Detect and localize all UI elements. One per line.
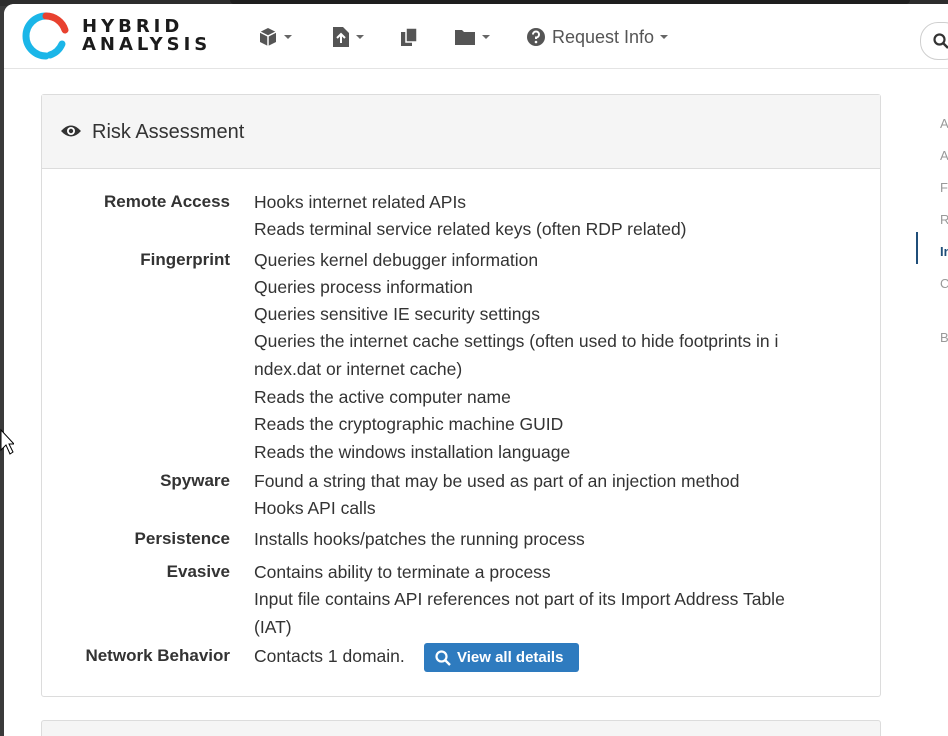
page: HYBRID ANALYSIS Request Info Risk Assess… (4, 4, 948, 736)
sidenav-item[interactable]: B (940, 330, 948, 345)
indicator-line: Queries sensitive IE security settings (254, 304, 540, 324)
file-upload-icon (333, 27, 349, 47)
category-remote-access: Remote Access (104, 192, 230, 211)
indicator-line: Found a string that may be used as part … (254, 471, 740, 491)
search-icon (435, 649, 451, 666)
next-panel (41, 720, 881, 736)
indicator-line: Hooks API calls (254, 498, 376, 518)
nav-file-dropdown[interactable] (332, 26, 364, 48)
risk-assessment-panel: Risk Assessment Remote Access Hooks inte… (41, 94, 881, 697)
view-all-details-button[interactable]: View all details (424, 643, 579, 672)
sidenav-item[interactable]: F (940, 180, 948, 195)
search-icon (933, 33, 948, 49)
indicator-line: Reads the cryptographic machine GUID (254, 414, 564, 434)
sidenav-item[interactable]: C (940, 276, 948, 291)
sidenav-item[interactable]: R (940, 212, 948, 227)
indicator-line: Queries kernel debugger information (254, 250, 539, 270)
chevron-down-icon (482, 35, 490, 39)
sidenav-item[interactable]: A (940, 148, 948, 163)
top-navbar: HYBRID ANALYSIS Request Info (4, 4, 948, 69)
category-fingerprint: Fingerprint (140, 250, 230, 269)
indicator-line: Contains ability to terminate a process (254, 562, 551, 582)
indicator-line: (IAT) (254, 617, 292, 637)
nav-cube-dropdown[interactable] (258, 26, 292, 48)
search-button[interactable] (920, 22, 948, 60)
category-persistence: Persistence (134, 529, 230, 548)
logo-line2: ANALYSIS (82, 34, 212, 55)
logo-text[interactable]: HYBRID ANALYSIS (82, 18, 211, 54)
view-all-details-label: View all details (457, 649, 564, 666)
folder-icon (455, 30, 475, 45)
request-info-label: Request Info (552, 26, 655, 47)
category-evasive: Evasive (166, 562, 230, 581)
indicator-line: ndex.dat or internet cache) (254, 359, 463, 379)
panel-title: Risk Assessment (92, 121, 245, 143)
indicator-line: Reads the windows installation language (254, 442, 571, 462)
indicator-line: Reads the active computer name (254, 387, 511, 407)
nav-copy[interactable] (400, 26, 418, 48)
indicator-line: Hooks internet related APIs (254, 192, 467, 212)
indicator-line: Input file contains API references not p… (254, 589, 785, 609)
eye-icon (61, 125, 81, 137)
copy-icon (401, 27, 418, 46)
question-circle-icon (527, 28, 545, 46)
indicator-line: Reads terminal service related keys (oft… (254, 219, 687, 239)
indicator-line: Queries process information (254, 277, 473, 297)
mouse-cursor-icon (0, 428, 14, 455)
category-spyware: Spyware (160, 471, 230, 490)
cube-icon (259, 28, 277, 46)
logo-icon[interactable] (22, 12, 70, 60)
chevron-down-icon (284, 35, 292, 39)
chevron-down-icon (660, 35, 669, 39)
category-network-behavior: Network Behavior (85, 646, 230, 665)
chevron-down-icon (356, 35, 364, 39)
sidenav-active-marker (916, 232, 918, 264)
panel-header: Risk Assessment (42, 95, 880, 169)
sidenav-item[interactable]: A (940, 116, 948, 131)
sidenav-item-active[interactable]: In (940, 244, 948, 259)
indicator-line: Queries the internet cache settings (oft… (254, 331, 779, 351)
nav-request-info-dropdown[interactable]: Request Info (526, 26, 669, 48)
nav-folder-dropdown[interactable] (454, 26, 490, 48)
indicator-line: Installs hooks/patches the running proce… (254, 529, 585, 549)
